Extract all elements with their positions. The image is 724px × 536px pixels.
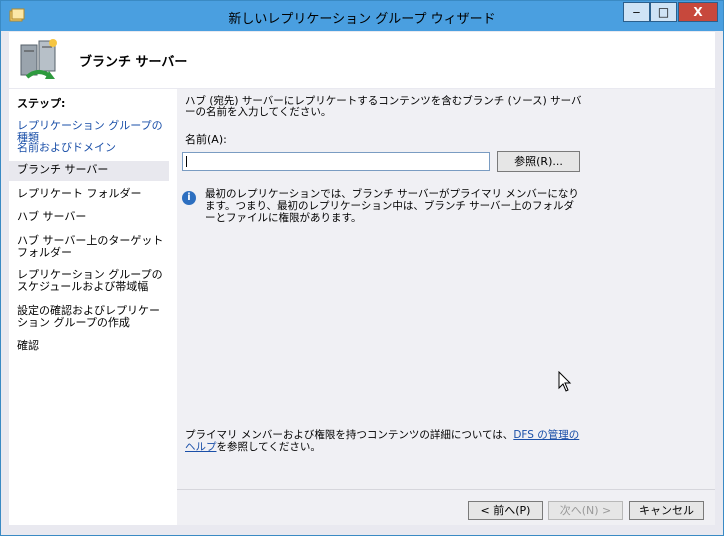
steps-label: ステップ: xyxy=(17,97,66,110)
browse-button[interactable]: 参照(R)... xyxy=(497,151,580,172)
maximize-button[interactable]: □ xyxy=(650,2,677,22)
info-icon: i xyxy=(182,191,196,205)
cancel-button[interactable]: キャンセル xyxy=(629,501,704,520)
sidebar-item-review-settings: 設定の確認およびレプリケーション グループの作成 xyxy=(17,304,160,329)
next-button[interactable]: 次へ(N) > xyxy=(548,501,623,520)
server-name-input[interactable] xyxy=(182,152,490,171)
page-description: ハブ (宛先) サーバーにレプリケートするコンテンツを含むブランチ (ソース) … xyxy=(185,95,582,118)
steps-sidebar: ステップ: レプリケーション グループの種類 名前およびドメイン ブランチ サー… xyxy=(9,89,177,525)
sidebar-item-name-domain[interactable]: 名前およびドメイン xyxy=(17,142,173,154)
replication-servers-icon xyxy=(20,39,57,79)
main-content: ハブ (宛先) サーバーにレプリケートするコンテンツを含むブランチ (ソース) … xyxy=(177,89,715,525)
sidebar-item-hub-server: ハブ サーバー xyxy=(17,210,87,223)
sidebar-item-replicated-folder: レプリケート フォルダー xyxy=(17,187,142,200)
info-message: 最初のレプリケーションでは、ブランチ サーバーがプライマリ メンバーになります。… xyxy=(205,188,579,224)
back-button[interactable]: < 前へ(P) xyxy=(468,501,543,520)
sidebar-item-branch-server: ブランチ サーバー xyxy=(9,161,169,181)
help-note: プライマリ メンバーおよび権限を持つコンテンツの詳細については、DFS の管理の… xyxy=(185,429,580,453)
help-note-text: プライマリ メンバーおよび権限を持つコンテンツの詳細については、 xyxy=(185,429,514,441)
name-label: 名前(A): xyxy=(185,133,227,146)
page-title: ブランチ サーバー xyxy=(79,55,188,70)
mouse-pointer-icon xyxy=(558,371,572,392)
minimize-button[interactable]: ‒ xyxy=(623,2,650,22)
wizard-header: ブランチ サーバー xyxy=(9,32,715,88)
title-bar[interactable]: 新しいレプリケーション グループ ウィザード ‒ □ X xyxy=(1,1,723,31)
text-caret xyxy=(186,156,187,167)
sidebar-item-confirmation: 確認 xyxy=(17,339,39,352)
window-title: 新しいレプリケーション グループ ウィザード xyxy=(228,12,496,27)
footer-divider xyxy=(177,489,715,490)
sidebar-item-schedule-bandwidth: レプリケーション グループのスケジュールおよび帯域幅 xyxy=(17,268,163,293)
help-note-suffix: を参照してください。 xyxy=(216,441,321,453)
wizard-window: 新しいレプリケーション グループ ウィザード ‒ □ X ブランチ サーバー ス… xyxy=(0,0,724,536)
close-button[interactable]: X xyxy=(678,2,718,22)
sidebar-item-target-folder: ハブ サーバー上のターゲット フォルダー xyxy=(17,234,164,259)
